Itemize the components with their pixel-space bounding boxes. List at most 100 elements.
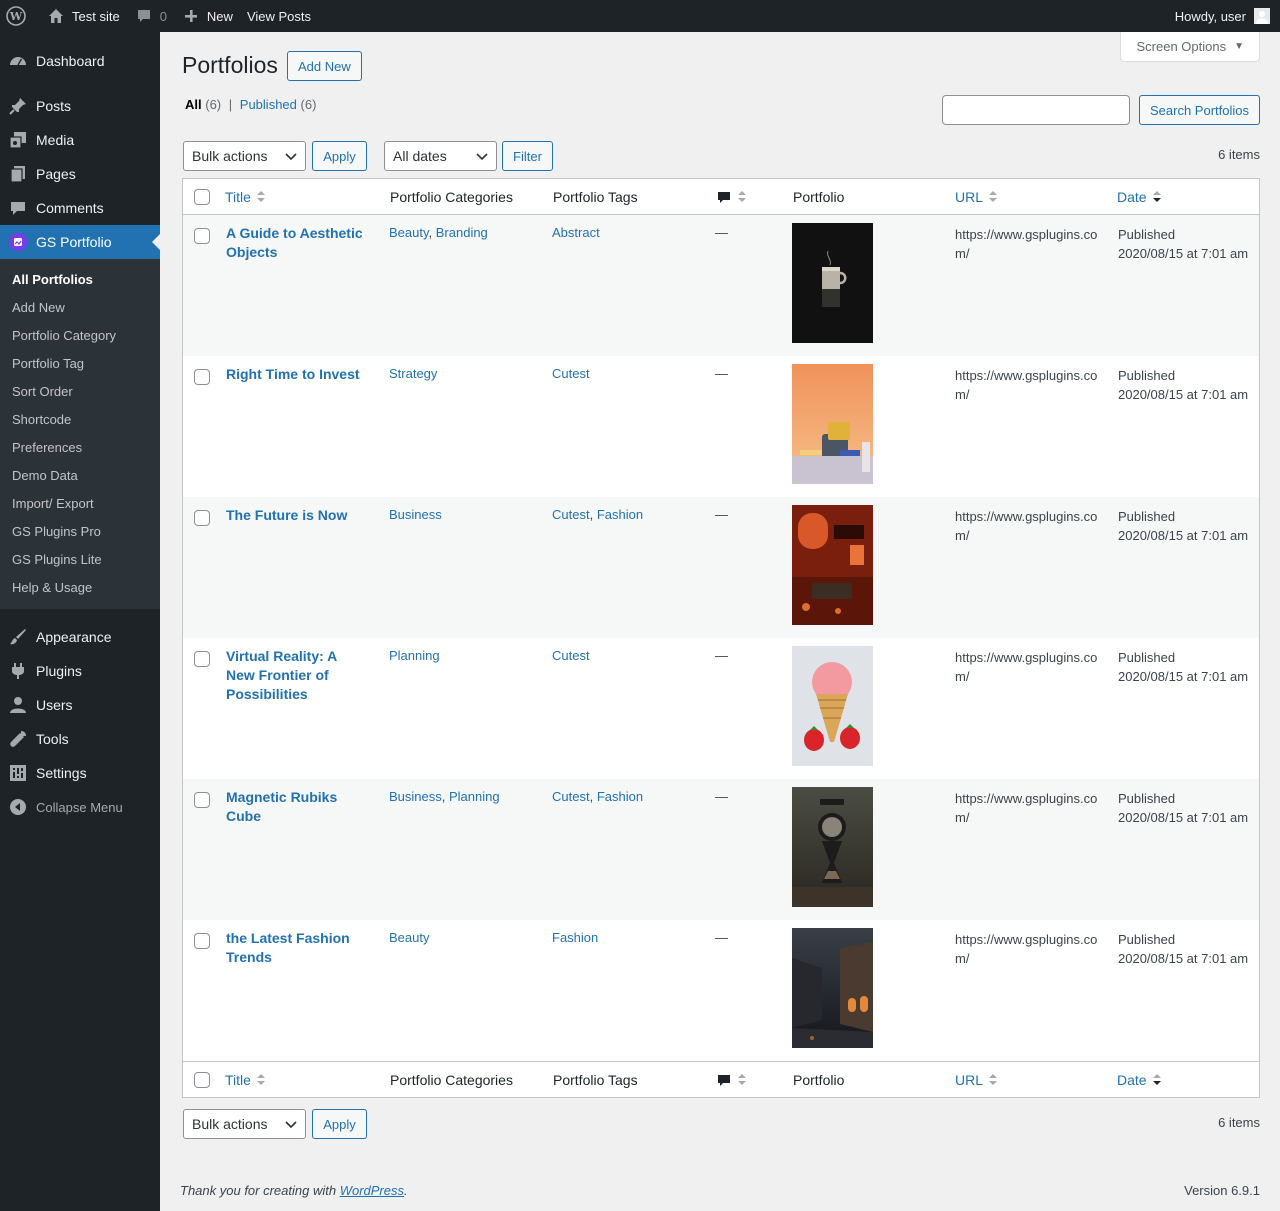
site-name-link[interactable]: Test site [39,0,127,32]
submenu-sort-order[interactable]: Sort Order [0,378,160,406]
apply-button-bottom[interactable]: Apply [312,1109,367,1139]
submenu-demo-data[interactable]: Demo Data [0,462,160,490]
category-link[interactable]: Business [389,507,442,522]
row-checkbox[interactable] [194,651,210,667]
submenu-gs-plugins-lite[interactable]: GS Plugins Lite [0,546,160,574]
row-checkbox[interactable] [194,792,210,808]
menu-dashboard[interactable]: Dashboard [0,44,160,78]
row-checkbox[interactable] [194,933,210,949]
filter-all-link[interactable]: All [185,97,202,112]
row-checkbox[interactable] [194,228,210,244]
submenu-all-portfolios[interactable]: All Portfolios [0,266,160,294]
portfolio-thumbnail[interactable] [792,646,873,766]
dates-select[interactable]: All dates [384,141,497,171]
menu-gs-portfolio[interactable]: GS Portfolio [0,225,160,259]
sort-arrows-icon [989,1073,998,1086]
tag-link[interactable]: Cutest [552,789,590,804]
add-new-button[interactable]: Add New [287,51,362,81]
menu-settings[interactable]: Settings [0,756,160,790]
category-link[interactable]: Planning [389,648,440,663]
tag-link[interactable]: Cutest [552,366,590,381]
row-tags: Cutest, Fashion [552,507,702,522]
wordpress-logo[interactable]: W [0,0,39,32]
row-title-link[interactable]: The Future is Now [226,506,366,525]
menu-plugins[interactable]: Plugins [0,654,160,688]
tag-link[interactable]: Fashion [597,789,643,804]
row-categories: Beauty [389,930,539,945]
view-posts-label: View Posts [246,8,312,24]
tag-link[interactable]: Cutest [552,648,590,663]
portfolio-thumbnail[interactable] [792,505,873,625]
search-input[interactable] [942,95,1130,125]
category-link[interactable]: Beauty [389,930,429,945]
dashboard-icon [8,51,28,71]
submenu-shortcode[interactable]: Shortcode [0,406,160,434]
column-date-header[interactable]: Date [1117,189,1161,205]
submenu-help-usage[interactable]: Help & Usage [0,574,160,602]
comments-link[interactable]: 0 [127,0,174,32]
tag-link[interactable]: Fashion [597,507,643,522]
row-title-link[interactable]: Magnetic Rubiks Cube [226,788,366,826]
category-link[interactable]: Business [389,789,442,804]
submenu-portfolio-tag[interactable]: Portfolio Tag [0,350,160,378]
submenu-add-new[interactable]: Add New [0,294,160,322]
category-link[interactable]: Branding [436,225,488,240]
plus-icon [181,6,201,26]
submenu-portfolio-category[interactable]: Portfolio Category [0,322,160,350]
row-title-link[interactable]: Virtual Reality: A New Frontier of Possi… [226,647,366,704]
bulk-actions-select-bottom[interactable]: Bulk actions [183,1109,306,1139]
category-link[interactable]: Planning [449,789,500,804]
select-all-checkbox[interactable] [194,189,210,205]
submenu-import-export[interactable]: Import/ Export [0,490,160,518]
column-comments-header[interactable] [716,189,746,205]
menu-label: Users [36,697,73,713]
row-title-link[interactable]: Right Time to Invest [226,365,366,384]
column-title-footer[interactable]: Title [225,1072,265,1088]
portfolio-thumbnail[interactable] [792,928,873,1048]
row-title-link[interactable]: A Guide to Aesthetic Objects [226,224,366,262]
status-filter-links: All (6) | Published (6) [185,97,316,112]
column-portfolio-header: Portfolio [793,188,845,205]
column-date-footer[interactable]: Date [1117,1072,1161,1088]
row-comments: — [715,789,728,804]
bulk-actions-select-top[interactable]: Bulk actions [183,141,306,171]
row-checkbox[interactable] [194,369,210,385]
menu-pages[interactable]: Pages [0,157,160,191]
column-url-header[interactable]: URL [955,189,998,205]
new-content-link[interactable]: New [174,0,240,32]
column-title-header[interactable]: Title [225,189,265,205]
tag-link[interactable]: Fashion [552,930,598,945]
comment-bubble-icon [718,1074,730,1086]
tag-link[interactable]: Cutest [552,507,590,522]
portfolio-thumbnail[interactable] [792,787,873,907]
menu-users[interactable]: Users [0,688,160,722]
menu-media[interactable]: Media [0,123,160,157]
column-url-footer[interactable]: URL [955,1072,998,1088]
filter-button[interactable]: Filter [502,141,553,171]
menu-appearance[interactable]: Appearance [0,620,160,654]
portfolio-thumbnail[interactable] [792,364,873,484]
portfolio-thumbnail[interactable] [792,223,873,343]
row-url: https://www.gsplugins.com/ [955,509,1098,543]
view-posts-link[interactable]: View Posts [240,0,318,32]
menu-posts[interactable]: Posts [0,89,160,123]
tag-link[interactable]: Abstract [552,225,600,240]
category-link[interactable]: Beauty [389,225,429,240]
submenu-preferences[interactable]: Preferences [0,434,160,462]
collapse-menu-button[interactable]: Collapse Menu [0,790,160,824]
my-account[interactable]: Howdy, user [1175,8,1280,24]
submenu-gs-plugins-pro[interactable]: GS Plugins Pro [0,518,160,546]
wordpress-link[interactable]: WordPress [340,1183,404,1198]
apply-button-top[interactable]: Apply [312,141,367,171]
column-comments-footer[interactable] [716,1072,746,1088]
category-link[interactable]: Strategy [389,366,437,381]
menu-tools[interactable]: Tools [0,722,160,756]
row-checkbox[interactable] [194,510,210,526]
menu-comments[interactable]: Comments [0,191,160,225]
filter-published-link[interactable]: Published [240,97,297,112]
search-portfolios-button[interactable]: Search Portfolios [1139,95,1260,125]
row-title-link[interactable]: the Latest Fashion Trends [226,929,366,967]
screen-options-button[interactable]: Screen Options ▼ [1120,32,1260,62]
select-all-checkbox-bottom[interactable] [194,1072,210,1088]
user-icon [8,695,28,715]
